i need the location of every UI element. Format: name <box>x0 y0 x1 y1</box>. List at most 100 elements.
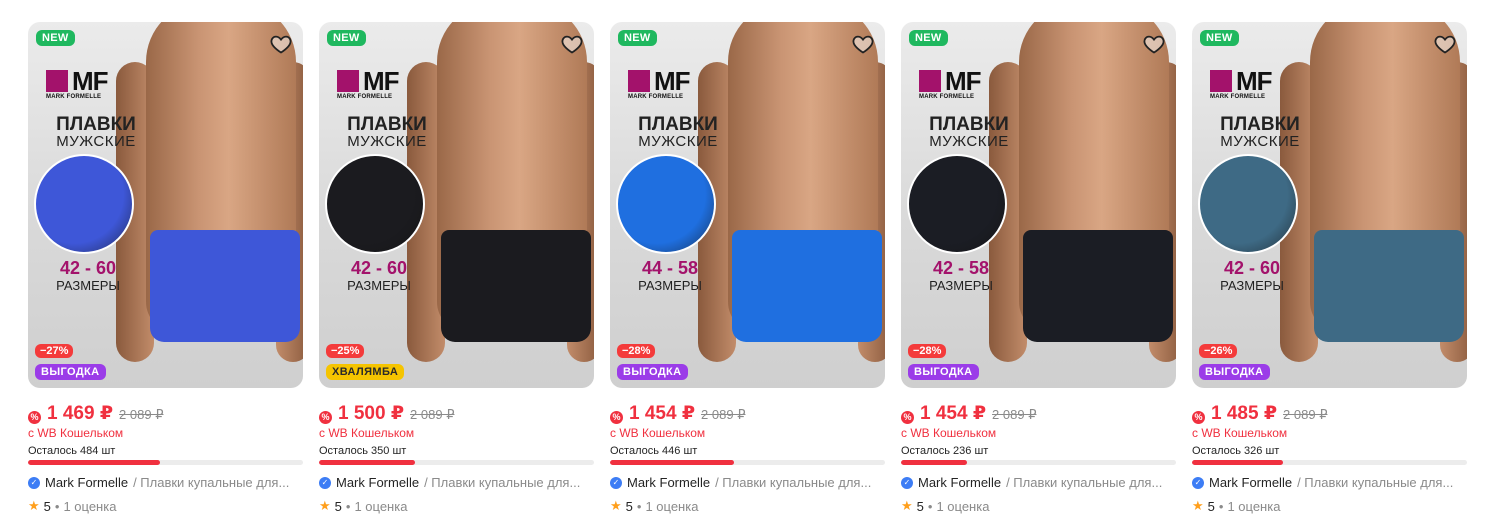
separator-dot: • <box>345 498 351 514</box>
product-card[interactable]: NEW MF MARK FORMELLE ПЛАВКИ МУЖСКИЕ 42 -… <box>901 22 1176 514</box>
stock-progress-fill <box>28 460 160 465</box>
new-badge: NEW <box>618 30 657 46</box>
product-photo[interactable]: NEW MF MARK FORMELLE ПЛАВКИ МУЖСКИЕ 42 -… <box>319 22 594 388</box>
product-title-overlay: ПЛАВКИ МУЖСКИЕ <box>919 114 1019 150</box>
stock-progress-bar <box>610 460 885 465</box>
brand-name[interactable]: Mark Formelle <box>336 475 419 490</box>
product-name-row[interactable]: ✓ Mark Formelle / Плавки купальные для..… <box>610 475 885 490</box>
heart-icon[interactable] <box>560 32 584 56</box>
reviews-count: 1 оценка <box>354 498 408 514</box>
product-name[interactable]: / Плавки купальные для... <box>1297 475 1453 490</box>
stock-left: Осталось 350 шт <box>319 445 407 457</box>
product-photo[interactable]: NEW MF MARK FORMELLE ПЛАВКИ МУЖСКИЕ 44 -… <box>610 22 885 388</box>
brand-name[interactable]: Mark Formelle <box>1209 475 1292 490</box>
stock-left: Осталось 484 шт <box>28 445 116 457</box>
old-price: 2 089 ₽ <box>701 407 746 422</box>
product-photo[interactable]: NEW MF MARK FORMELLE ПЛАВКИ МУЖСКИЕ 42 -… <box>1192 22 1467 388</box>
star-icon: ★ <box>1192 498 1204 513</box>
brand-name[interactable]: Mark Formelle <box>45 475 128 490</box>
product-name-row[interactable]: ✓ Mark Formelle / Плавки купальные для..… <box>28 475 303 490</box>
product-name-row[interactable]: ✓ Mark Formelle / Плавки купальные для..… <box>1192 475 1467 490</box>
current-price: 1 454 ₽ <box>629 403 696 424</box>
rating-row: ★ 5 • 1 оценка <box>28 498 303 514</box>
old-price: 2 089 ₽ <box>119 407 164 422</box>
product-card[interactable]: NEW MF MARK FORMELLE ПЛАВКИ МУЖСКИЕ 42 -… <box>28 22 303 514</box>
title-line-1: ПЛАВКИ <box>929 114 1009 135</box>
brand-name[interactable]: Mark Formelle <box>627 475 710 490</box>
product-name-row[interactable]: ✓ Mark Formelle / Плавки купальные для..… <box>901 475 1176 490</box>
product-name[interactable]: / Плавки купальные для... <box>133 475 289 490</box>
rating-value: 5 <box>625 498 633 514</box>
wallet-note: с WB Кошельком <box>319 426 415 440</box>
promo-badge: ВЫГОДКА <box>1199 364 1270 380</box>
price-row: % 1 469 ₽ 2 089 ₽ <box>28 402 303 424</box>
brand-logo-text: MF <box>72 66 109 96</box>
reviews-count: 1 оценка <box>63 498 117 514</box>
stock-progress-fill <box>1192 460 1283 465</box>
price-row: % 1 485 ₽ 2 089 ₽ <box>1192 402 1467 424</box>
stock-progress-bar <box>28 460 303 465</box>
brand-logo-square <box>628 70 650 92</box>
fabric-swatch <box>616 154 716 254</box>
product-name[interactable]: / Плавки купальные для... <box>424 475 580 490</box>
stock-progress-fill <box>319 460 416 465</box>
rating-value: 5 <box>1207 498 1215 514</box>
promo-badge: ВЫГОДКА <box>617 364 688 380</box>
product-card[interactable]: NEW MF MARK FORMELLE ПЛАВКИ МУЖСКИЕ 42 -… <box>319 22 594 514</box>
brand-name[interactable]: Mark Formelle <box>918 475 1001 490</box>
discount-badge: −25% <box>326 344 365 358</box>
product-name[interactable]: / Плавки купальные для... <box>715 475 871 490</box>
wallet-note: с WB Кошельком <box>901 426 997 440</box>
current-price: 1 469 ₽ <box>47 403 114 424</box>
heart-icon[interactable] <box>851 32 875 56</box>
title-line-2: МУЖСКИЕ <box>638 133 718 150</box>
size-range-label: РАЗМЕРЫ <box>1220 278 1284 293</box>
product-card[interactable]: NEW MF MARK FORMELLE ПЛАВКИ МУЖСКИЕ 44 -… <box>610 22 885 514</box>
product-title-overlay: ПЛАВКИ МУЖСКИЕ <box>46 114 146 150</box>
verified-check-icon: ✓ <box>28 476 40 489</box>
product-name-row[interactable]: ✓ Mark Formelle / Плавки купальные для..… <box>319 475 594 490</box>
price-row: % 1 454 ₽ 2 089 ₽ <box>610 402 885 424</box>
product-photo[interactable]: NEW MF MARK FORMELLE ПЛАВКИ МУЖСКИЕ 42 -… <box>901 22 1176 388</box>
size-range-value: 42 - 58 <box>932 258 990 278</box>
title-line-2: МУЖСКИЕ <box>347 133 427 150</box>
stock-left: Осталось 236 шт <box>901 445 989 457</box>
brand-logo: MF MARK FORMELLE <box>919 68 1039 100</box>
swim-trunks <box>1314 230 1464 342</box>
rating-row: ★ 5 • 1 оценка <box>610 498 885 514</box>
product-name[interactable]: / Плавки купальные для... <box>1006 475 1162 490</box>
wallet-discount-icon: % <box>610 411 623 424</box>
size-range-label: РАЗМЕРЫ <box>347 278 411 293</box>
title-line-2: МУЖСКИЕ <box>1220 133 1300 150</box>
brand-logo-square <box>337 70 359 92</box>
promo-badge: ВЫГОДКА <box>908 364 979 380</box>
separator-dot: • <box>636 498 642 514</box>
old-price: 2 089 ₽ <box>992 407 1037 422</box>
product-title-overlay: ПЛАВКИ МУЖСКИЕ <box>1210 114 1310 150</box>
size-range: 42 - 58 РАЗМЕРЫ <box>911 258 1011 294</box>
rating-value: 5 <box>43 498 51 514</box>
title-line-1: ПЛАВКИ <box>1220 114 1300 135</box>
size-range-label: РАЗМЕРЫ <box>56 278 120 293</box>
brand-logo-square <box>919 70 941 92</box>
star-icon: ★ <box>319 498 331 513</box>
promo-badge: ВЫГОДКА <box>35 364 106 380</box>
product-photo[interactable]: NEW MF MARK FORMELLE ПЛАВКИ МУЖСКИЕ 42 -… <box>28 22 303 388</box>
stock-left: Осталось 446 шт <box>610 445 698 457</box>
heart-icon[interactable] <box>1142 32 1166 56</box>
product-card[interactable]: NEW MF MARK FORMELLE ПЛАВКИ МУЖСКИЕ 42 -… <box>1192 22 1467 514</box>
heart-icon[interactable] <box>269 32 293 56</box>
title-line-1: ПЛАВКИ <box>56 114 136 135</box>
product-title-overlay: ПЛАВКИ МУЖСКИЕ <box>628 115 728 150</box>
reviews-count: 1 оценка <box>645 498 699 514</box>
current-price: 1 485 ₽ <box>1211 403 1278 424</box>
star-icon: ★ <box>28 498 40 513</box>
separator-dot: • <box>927 498 933 514</box>
star-icon: ★ <box>610 498 622 513</box>
heart-icon[interactable] <box>1433 32 1457 56</box>
size-range-label: РАЗМЕРЫ <box>638 278 702 293</box>
brand-logo: MF MARK FORMELLE <box>1210 68 1330 100</box>
reviews-count: 1 оценка <box>936 498 990 514</box>
verified-check-icon: ✓ <box>1192 476 1204 489</box>
brand-logo: MF MARK FORMELLE <box>337 68 457 100</box>
